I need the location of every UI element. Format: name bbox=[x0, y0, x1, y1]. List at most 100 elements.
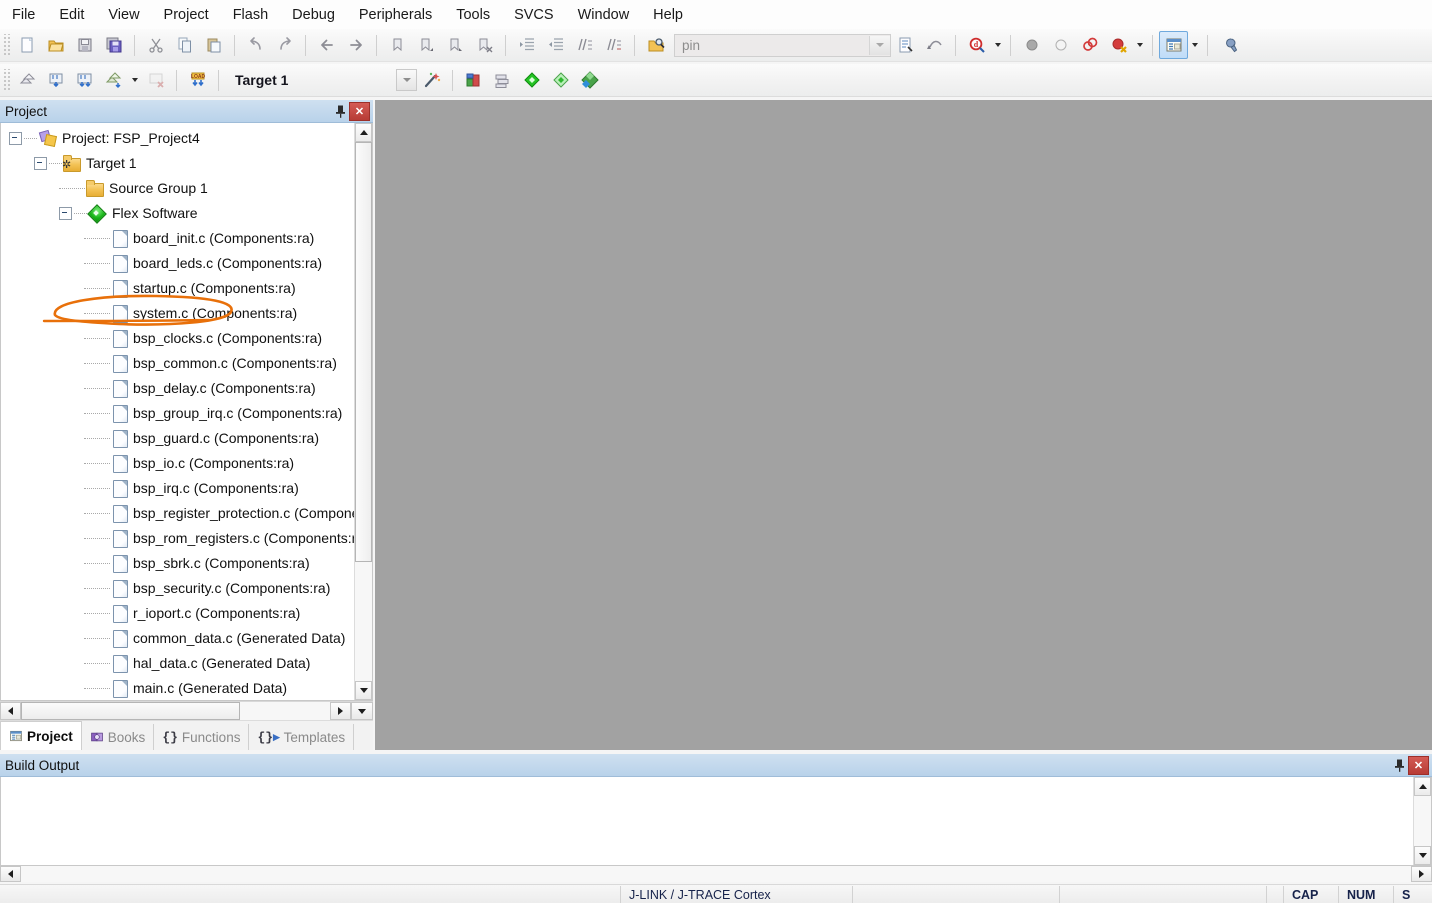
scroll-right-button[interactable] bbox=[330, 702, 351, 720]
project-window-toggle[interactable] bbox=[1159, 31, 1188, 59]
redo-button[interactable] bbox=[270, 31, 299, 59]
incremental-find-button[interactable] bbox=[891, 31, 920, 59]
chevron-down-icon[interactable] bbox=[396, 69, 417, 91]
tree-item-source-group-1[interactable]: Source Group 1 bbox=[1, 176, 354, 201]
menu-view[interactable]: View bbox=[97, 3, 150, 27]
cut-button[interactable] bbox=[141, 31, 170, 59]
tree-item-file[interactable]: startup.c (Components:ra) bbox=[1, 276, 354, 301]
tree-item-file[interactable]: bsp_delay.c (Components:ra) bbox=[1, 376, 354, 401]
outdent-button[interactable] bbox=[541, 31, 570, 59]
insert-breakpoint-button[interactable] bbox=[1017, 31, 1046, 59]
scroll-right-button[interactable] bbox=[1411, 866, 1432, 882]
tab-books[interactable]: Books bbox=[82, 724, 155, 750]
menu-window[interactable]: Window bbox=[567, 3, 641, 27]
build-target-button[interactable] bbox=[41, 66, 70, 94]
hscroll-thumb[interactable] bbox=[21, 702, 241, 720]
manage-run-time-button[interactable] bbox=[546, 66, 575, 94]
save-button[interactable] bbox=[70, 31, 99, 59]
open-file-button[interactable] bbox=[41, 31, 70, 59]
disable-all-breakpoints-button[interactable] bbox=[1075, 31, 1104, 59]
copy-button[interactable] bbox=[170, 31, 199, 59]
target-selector-combo[interactable]: Target 1 bbox=[231, 68, 417, 92]
paste-button[interactable] bbox=[199, 31, 228, 59]
toolbar-grip[interactable] bbox=[2, 69, 10, 91]
tree-item-file[interactable]: system.c (Components:ra) bbox=[1, 301, 354, 326]
tree-item-flex-software[interactable]: Flex Software bbox=[1, 201, 354, 226]
scroll-left-button[interactable] bbox=[0, 702, 21, 720]
close-icon[interactable]: ✕ bbox=[349, 101, 370, 121]
find-in-files-button[interactable] bbox=[641, 31, 670, 59]
menu-peripherals[interactable]: Peripherals bbox=[348, 3, 443, 27]
search-input[interactable]: pin bbox=[675, 36, 869, 55]
disable-breakpoint-button[interactable] bbox=[1046, 31, 1075, 59]
navigate-back-button[interactable] bbox=[312, 31, 341, 59]
window-dropdown-caret[interactable] bbox=[1188, 32, 1201, 58]
tree-item-file[interactable]: bsp_register_protection.c (Components:ra… bbox=[1, 501, 354, 526]
browse-dropdown-caret[interactable] bbox=[991, 32, 1004, 58]
menu-edit[interactable]: Edit bbox=[48, 3, 95, 27]
tab-functions[interactable]: {} Functions bbox=[154, 724, 250, 750]
scroll-down-button[interactable] bbox=[1414, 846, 1431, 865]
tree-item-file[interactable]: bsp_io.c (Components:ra) bbox=[1, 451, 354, 476]
tree-item-file[interactable]: bsp_rom_registers.c (Components:ra) bbox=[1, 526, 354, 551]
menu-svcs[interactable]: SVCS bbox=[503, 3, 565, 27]
rebuild-all-button[interactable] bbox=[70, 66, 99, 94]
new-file-button[interactable] bbox=[12, 31, 41, 59]
hscroll-track[interactable] bbox=[21, 866, 1411, 882]
hscroll-track[interactable] bbox=[21, 702, 330, 720]
build-output-horizontal-scrollbar[interactable] bbox=[0, 866, 1432, 882]
tree-expander-icon[interactable] bbox=[34, 157, 47, 170]
tree-item-file[interactable]: bsp_sbrk.c (Components:ra) bbox=[1, 551, 354, 576]
indent-button[interactable] bbox=[512, 31, 541, 59]
tree-expander-icon[interactable] bbox=[9, 132, 22, 145]
build-output-vertical-scrollbar[interactable] bbox=[1413, 777, 1431, 865]
tree-item-target-1[interactable]: Target 1 bbox=[1, 151, 354, 176]
chevron-down-icon[interactable] bbox=[869, 35, 890, 55]
tree-item-file[interactable]: common_data.c (Generated Data) bbox=[1, 626, 354, 651]
navigate-forward-button[interactable] bbox=[341, 31, 370, 59]
software-packs-button[interactable] bbox=[575, 66, 604, 94]
tree-item-project-fsp-project4[interactable]: Project: FSP_Project4 bbox=[1, 126, 354, 151]
breakpoint-dropdown-caret[interactable] bbox=[1133, 32, 1146, 58]
target-options-button[interactable] bbox=[417, 66, 446, 94]
tree-item-file[interactable]: bsp_group_irq.c (Components:ra) bbox=[1, 401, 354, 426]
scroll-up-button[interactable] bbox=[1414, 777, 1431, 796]
menu-tools[interactable]: Tools bbox=[445, 3, 501, 27]
menu-debug[interactable]: Debug bbox=[281, 3, 346, 27]
scroll-thumb[interactable] bbox=[355, 142, 372, 563]
tree-item-file[interactable]: bsp_security.c (Components:ra) bbox=[1, 576, 354, 601]
project-tree-vertical-scrollbar[interactable] bbox=[354, 123, 372, 700]
tree-expander-icon[interactable] bbox=[59, 207, 72, 220]
find-combo-box[interactable]: pin bbox=[674, 33, 891, 57]
batch-build-caret[interactable] bbox=[128, 67, 141, 93]
menu-project[interactable]: Project bbox=[153, 3, 220, 27]
scroll-left-button[interactable] bbox=[0, 866, 21, 882]
scroll-down-button[interactable] bbox=[355, 681, 372, 700]
bookmark-next-button[interactable] bbox=[441, 31, 470, 59]
scroll-up-button[interactable] bbox=[355, 123, 372, 142]
pin-icon[interactable] bbox=[1390, 756, 1408, 774]
undo-button[interactable] bbox=[241, 31, 270, 59]
scroll-track[interactable] bbox=[1414, 796, 1431, 846]
tree-item-file[interactable]: bsp_clocks.c (Components:ra) bbox=[1, 326, 354, 351]
tab-templates[interactable]: {}▸ Templates bbox=[249, 724, 355, 750]
menu-flash[interactable]: Flash bbox=[222, 3, 279, 27]
menu-help[interactable]: Help bbox=[642, 3, 694, 27]
project-tree[interactable]: Project: FSP_Project4 Target 1 Source Grou… bbox=[1, 123, 354, 700]
download-button[interactable]: LOAD bbox=[183, 66, 212, 94]
project-tree-horizontal-scrollbar[interactable] bbox=[0, 701, 373, 720]
tree-item-file[interactable]: board_leds.c (Components:ra) bbox=[1, 251, 354, 276]
manage-project-items-button[interactable] bbox=[459, 66, 488, 94]
tree-item-file[interactable]: main.c (Generated Data) bbox=[1, 676, 354, 700]
panel-menu-button[interactable] bbox=[351, 702, 373, 720]
find-next-button[interactable] bbox=[920, 31, 949, 59]
batch-build-button[interactable] bbox=[99, 66, 128, 94]
tree-item-file[interactable]: bsp_irq.c (Components:ra) bbox=[1, 476, 354, 501]
multi-project-button[interactable] bbox=[488, 66, 517, 94]
comment-button[interactable] bbox=[570, 31, 599, 59]
uncomment-button[interactable] bbox=[599, 31, 628, 59]
translate-file-button[interactable] bbox=[12, 66, 41, 94]
toolbar-grip[interactable] bbox=[2, 34, 10, 56]
bookmark-clear-button[interactable] bbox=[470, 31, 499, 59]
scroll-track[interactable] bbox=[355, 142, 372, 681]
